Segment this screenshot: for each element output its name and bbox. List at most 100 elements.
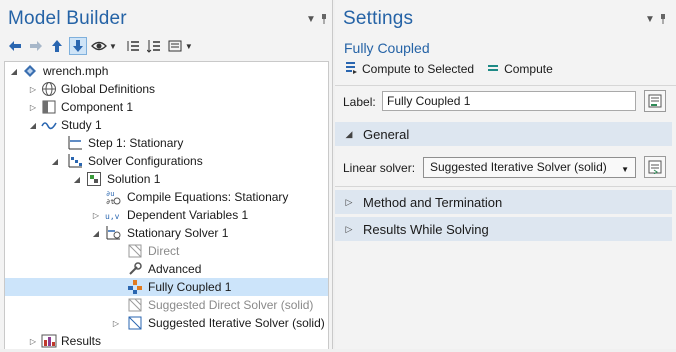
go-to-source-button[interactable] [644, 156, 666, 178]
tree-node-component[interactable]: ▷ Component 1 [5, 98, 328, 116]
suggested-direct-solver-icon [127, 297, 143, 313]
section-method-label: Method and Termination [363, 194, 503, 210]
tree-label: Advanced [148, 262, 202, 276]
rename-label-button[interactable] [644, 90, 666, 112]
tree-node-step[interactable]: Step 1: Stationary [5, 134, 328, 152]
section-general-label: General [363, 126, 410, 142]
label-caption: Label: [343, 95, 376, 109]
tree-label: Study 1 [61, 118, 102, 132]
chevron-down-icon: ▼ [621, 165, 629, 174]
tree-label: Fully Coupled 1 [148, 280, 232, 294]
forward-arrow-icon[interactable] [27, 37, 45, 55]
list-view-dropdown-icon[interactable]: ▼ [185, 42, 193, 51]
section-collapsed-icon: ▷ [345, 223, 353, 234]
compute-icon [486, 61, 500, 78]
solution-icon [86, 171, 102, 187]
results-icon [41, 333, 57, 349]
show-dropdown-icon[interactable]: ▼ [109, 42, 117, 51]
tree-node-direct[interactable]: Direct [5, 242, 328, 260]
model-builder-panel: Model Builder ▼ ▼ ▼ ◢ wrench.mph ▷ Globa… [0, 0, 333, 349]
expand-arrow-icon[interactable]: ▷ [91, 206, 101, 224]
model-file-icon [22, 63, 38, 79]
solver-configurations-icon [67, 153, 83, 169]
stationary-solver-icon [105, 225, 121, 241]
tree-node-compile-equations[interactable]: ∂u ∂t Compile Equations: Stationary [5, 188, 328, 206]
separator [335, 186, 676, 187]
compute-to-selected-button[interactable]: Compute to Selected [344, 61, 474, 78]
tree-node-stationary-solver[interactable]: ◢ Stationary Solver 1 [5, 224, 328, 242]
tree-node-results[interactable]: ▷ Results [5, 332, 328, 350]
show-eye-icon[interactable] [90, 37, 108, 55]
collapse-arrow-icon[interactable]: ◢ [28, 116, 38, 134]
tree-label: Step 1: Stationary [88, 136, 184, 150]
tree-node-suggested-iterative-solver[interactable]: ▷ Suggested Iterative Solver (solid) [5, 314, 328, 332]
compile-equations-icon: ∂u ∂t [105, 189, 121, 206]
move-up-icon[interactable] [48, 37, 66, 55]
study-icon [41, 117, 57, 133]
expand-sections-icon[interactable] [124, 37, 142, 55]
tree-node-suggested-direct-solver[interactable]: Suggested Direct Solver (solid) [5, 296, 328, 314]
panel-menu-icon[interactable]: ▼ [306, 14, 316, 25]
advanced-icon [127, 261, 143, 277]
tree-label: Stationary Solver 1 [127, 226, 229, 240]
linear-solver-select[interactable]: Suggested Iterative Solver (solid) ▼ [423, 157, 636, 178]
tree-label: Suggested Iterative Solver (solid) [148, 316, 325, 330]
panel-menu-icon[interactable]: ▼ [645, 14, 655, 25]
compute-label: Compute [504, 62, 553, 76]
tree-label: Component 1 [61, 100, 134, 114]
tree-label: Dependent Variables 1 [127, 208, 249, 222]
tree-node-solver-configurations[interactable]: ◢ Solver Configurations [5, 152, 328, 170]
tree-node-root[interactable]: ◢ wrench.mph [5, 62, 328, 80]
collapse-arrow-icon[interactable]: ◢ [91, 224, 101, 242]
collapse-sections-icon[interactable] [145, 37, 163, 55]
tree-label: Compile Equations: Stationary [127, 190, 289, 204]
stationary-step-icon [67, 135, 83, 151]
tree-label: Solver Configurations [88, 154, 203, 168]
tree-node-fully-coupled[interactable]: Fully Coupled 1 [5, 278, 328, 296]
expand-arrow-icon[interactable]: ▷ [111, 314, 121, 332]
collapse-arrow-icon[interactable]: ◢ [50, 152, 60, 170]
tree-label: Solution 1 [107, 172, 161, 186]
iterative-solver-icon [127, 315, 143, 331]
fully-coupled-icon [127, 279, 143, 295]
tree-label: Global Definitions [61, 82, 156, 96]
back-arrow-icon[interactable] [6, 37, 24, 55]
collapse-arrow-icon[interactable]: ◢ [72, 170, 82, 188]
label-field[interactable]: Fully Coupled 1 [382, 91, 636, 111]
tree-node-study[interactable]: ◢ Study 1 [5, 116, 328, 134]
node-type-subtitle: Fully Coupled [344, 40, 430, 56]
compute-to-selected-icon [344, 61, 358, 78]
direct-solver-icon [127, 243, 143, 259]
model-builder-toolbar: ▼ ▼ [6, 37, 197, 55]
section-collapsed-icon: ▷ [345, 196, 353, 207]
pin-icon[interactable] [320, 14, 328, 27]
model-tree: ◢ wrench.mph ▷ Global Definitions ▷ Comp… [4, 61, 329, 349]
separator [335, 85, 676, 86]
expand-arrow-icon[interactable]: ▷ [28, 98, 38, 116]
svg-text:∂t: ∂t [106, 198, 114, 205]
expand-arrow-icon[interactable]: ▷ [28, 80, 38, 98]
list-view-icon[interactable] [166, 37, 184, 55]
section-expanded-icon: ◢ [345, 128, 353, 139]
section-method-header[interactable]: ▷ Method and Termination [335, 190, 672, 214]
component-icon [41, 99, 57, 115]
section-results-while-solving-header[interactable]: ▷ Results While Solving [335, 217, 672, 241]
tree-node-global-definitions[interactable]: ▷ Global Definitions [5, 80, 328, 98]
move-down-icon[interactable] [69, 37, 87, 55]
tree-node-advanced[interactable]: Advanced [5, 260, 328, 278]
linear-solver-value: Suggested Iterative Solver (solid) [430, 160, 607, 174]
tree-node-dependent-variables[interactable]: ▷ u,v,w Dependent Variables 1 [5, 206, 328, 224]
settings-command-row: Compute to Selected Compute [344, 60, 565, 78]
collapse-arrow-icon[interactable]: ◢ [9, 62, 19, 80]
linear-solver-caption: Linear solver: [343, 161, 416, 175]
section-general-header[interactable]: ◢ General [335, 122, 672, 146]
svg-text:∂u: ∂u [106, 190, 114, 198]
compute-button[interactable]: Compute [486, 61, 553, 78]
pin-icon[interactable] [659, 14, 667, 27]
expand-arrow-icon[interactable]: ▷ [28, 332, 38, 350]
dependent-variables-icon: u,v,w [105, 207, 129, 223]
section-results-while-solving-label: Results While Solving [363, 221, 489, 237]
svg-text:u,v,w: u,v,w [105, 212, 121, 221]
settings-title: Settings [343, 8, 414, 29]
tree-node-solution[interactable]: ◢ Solution 1 [5, 170, 328, 188]
